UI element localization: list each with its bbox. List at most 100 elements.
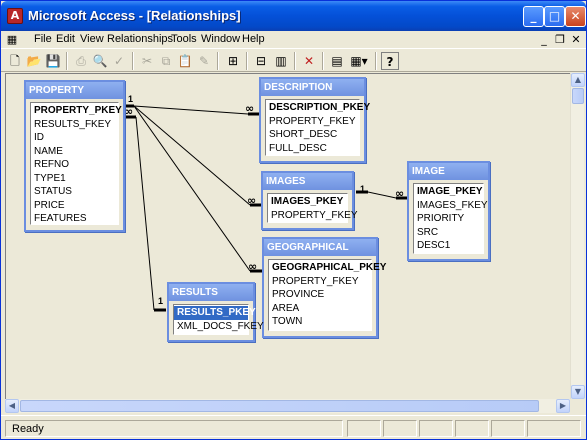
toolbar-separator [217,52,219,70]
field-item[interactable]: PRIORITY [414,212,483,226]
delete-icon[interactable]: ✕ [300,52,318,70]
show-table-icon[interactable]: ⊞ [224,52,242,70]
relationship-line[interactable] [133,105,251,272]
relationship-one-label: 1 [128,94,134,104]
print-preview-icon[interactable]: 🔍 [91,52,109,70]
spelling-icon[interactable]: ✓ [110,52,128,70]
access-app-icon[interactable]: A [7,8,23,24]
field-item[interactable]: PROPERTY_FKEY [266,115,359,129]
table-title[interactable]: PROPERTY [26,82,123,99]
scroll-left-button[interactable]: ◀ [5,399,19,413]
field-item[interactable]: NAME [31,145,118,159]
menu-relationships[interactable]: Relationships [107,33,173,45]
field-item[interactable]: IMAGES_FKEY [414,199,488,213]
horizontal-scrollbar[interactable]: ◀ ▶ [5,399,570,413]
field-item[interactable]: RESULTS_FKEY [31,118,118,132]
relationship-line[interactable] [135,116,155,311]
table-results[interactable]: RESULTS RESULTS_PKEY XML_DOCS_FKEY [167,282,264,342]
menu-window[interactable]: Window [201,33,240,45]
close-button[interactable]: ✕ [565,6,586,27]
table-title[interactable]: RESULTS [169,284,253,301]
table-property[interactable]: PROPERTY PROPERTY_PKEY RESULTS_FKEY ID N… [24,80,125,232]
field-item[interactable]: SHORT_DESC [266,128,359,142]
field-list: DESCRIPTION_PKEY PROPERTY_FKEY SHORT_DES… [265,99,370,156]
table-title[interactable]: GEOGRAPHICAL [264,239,376,256]
field-item[interactable]: TYPE1 [31,172,118,186]
status-bar: Ready [1,415,586,439]
maximize-button[interactable]: □ [544,6,565,27]
table-title[interactable]: DESCRIPTION [261,79,364,96]
table-title[interactable]: IMAGE [409,163,488,180]
field-item[interactable]: PROPERTY_PKEY [31,104,122,118]
field-item[interactable]: DESC1 [414,239,483,253]
cut-icon[interactable]: ✂ [138,52,156,70]
field-item[interactable]: AREA [269,302,371,316]
mdi-restore-icon[interactable]: ❐ [553,33,567,46]
relationship-many-label: ∞ [395,187,405,200]
field-item-selected[interactable]: RESULTS_PKEY [174,306,256,320]
table-image[interactable]: IMAGE IMAGE_PKEY IMAGES_FKEY PRIORITY SR… [407,161,490,261]
scroll-right-button[interactable]: ▶ [556,399,570,413]
menu-edit[interactable]: Edit [56,33,75,45]
field-item[interactable]: DESCRIPTION_PKEY [266,101,370,115]
show-all-icon[interactable]: ▥ [272,52,290,70]
table-description[interactable]: DESCRIPTION DESCRIPTION_PKEY PROPERTY_FK… [259,77,370,163]
database-window-icon[interactable]: ▤ [328,52,346,70]
table-geographical[interactable]: GEOGRAPHICAL GEOGRAPHICAL_PKEY PROPERTY_… [262,237,386,338]
paste-icon[interactable]: 📋 [176,52,194,70]
field-item[interactable]: PROPERTY_FKEY [268,209,358,223]
new-icon[interactable]: 🗋 [6,52,24,70]
field-item[interactable]: GEOGRAPHICAL_PKEY [269,261,386,275]
show-direct-icon[interactable]: ⊟ [252,52,270,70]
vertical-scrollbar[interactable]: ▲ ▼ [570,73,585,399]
minimize-button[interactable]: _ [523,6,544,27]
field-item[interactable]: IMAGE_PKEY [414,185,483,199]
field-item[interactable]: PRICE [31,199,118,213]
field-item[interactable]: REFNO [31,158,118,172]
field-item[interactable]: PROVINCE [269,288,371,302]
scroll-up-button[interactable]: ▲ [571,73,585,87]
save-icon[interactable]: 💾 [44,52,62,70]
relationship-line[interactable] [133,105,251,206]
field-item[interactable]: STATUS [31,185,118,199]
relationship-one-label: 1 [360,184,366,194]
mdi-close-icon[interactable]: ✕ [569,33,583,46]
horizontal-scroll-thumb[interactable] [20,400,539,412]
title-bar[interactable]: A Microsoft Access - [Relationships] _ □… [1,1,586,31]
relationship-many-label: ∞ [248,260,258,273]
mdi-minimize-icon[interactable]: _ [537,33,551,46]
field-item[interactable]: TOWN [269,315,371,329]
field-item[interactable]: XML_DOCS_FKEY [174,320,264,334]
print-icon[interactable]: ⎙ [72,52,90,70]
field-item[interactable]: SRC [414,226,483,240]
menu-view[interactable]: View [80,33,104,45]
format-painter-icon[interactable]: ✎ [195,52,213,70]
help-icon[interactable]: ? [381,52,399,70]
relationships-canvas[interactable]: 1 ∞ ∞ ∞ ∞ 1 1 ∞ PROPERTY PROPERTY_PKEY R… [5,73,570,399]
field-list: RESULTS_PKEY XML_DOCS_FKEY [173,304,264,335]
field-item[interactable]: IMAGES_PKEY [268,195,347,209]
relationship-line[interactable] [367,191,397,199]
menu-file[interactable]: File [34,33,52,45]
scroll-down-button[interactable]: ▼ [571,385,585,399]
table-title[interactable]: IMAGES [263,173,352,190]
field-item[interactable]: ID [31,131,118,145]
field-item[interactable]: FULL_DESC [266,142,359,156]
relationship-line[interactable] [133,105,249,115]
new-object-icon[interactable]: ▦▾ [347,52,371,70]
copy-icon[interactable]: ⧉ [157,52,175,70]
menu-tools[interactable]: Tools [171,33,197,45]
field-item[interactable]: PROPERTY_FKEY [269,275,371,289]
field-item[interactable]: FEATURES [31,212,118,226]
table-images[interactable]: IMAGES IMAGES_PKEY PROPERTY_FKEY [261,171,358,230]
size-grip [570,399,584,413]
menu-help[interactable]: Help [242,33,265,45]
maximize-icon: □ [548,9,561,23]
relationships-window-icon[interactable]: ▦ [5,33,19,46]
relationship-many-label: ∞ [124,105,134,118]
open-icon[interactable]: 📂 [25,52,43,70]
vertical-scroll-thumb[interactable] [572,88,584,104]
field-list: IMAGES_PKEY PROPERTY_FKEY [267,193,358,223]
toolbar-separator [322,52,324,70]
minimize-icon: _ [530,9,537,23]
